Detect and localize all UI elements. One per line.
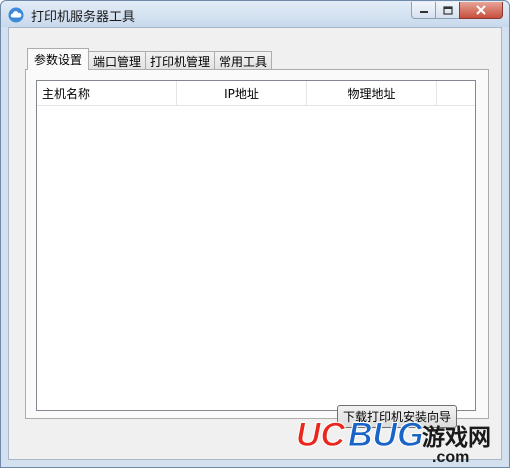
close-button[interactable]: [459, 2, 503, 19]
main-window: 打印机服务器工具 参数设置 端口管理 打印机管理 常用工具 主机名称 IP地址 …: [0, 0, 510, 468]
client-area: 参数设置 端口管理 打印机管理 常用工具 主机名称 IP地址 物理地址: [8, 27, 502, 460]
download-installer-wizard-button[interactable]: 下载打印机安装向导: [337, 405, 457, 428]
column-header-filler: [437, 81, 475, 105]
column-header-hostname[interactable]: 主机名称: [37, 81, 177, 105]
minimize-button[interactable]: [411, 2, 436, 19]
tab-strip: 参数设置 端口管理 打印机管理 常用工具: [27, 48, 273, 70]
cloud-app-icon: [8, 7, 24, 23]
caption-buttons: [411, 2, 503, 20]
tab-panel: 主机名称 IP地址 物理地址: [25, 69, 489, 419]
tab-printer-management[interactable]: 打印机管理: [145, 51, 216, 70]
column-header-mac-address[interactable]: 物理地址: [307, 81, 437, 105]
column-header-ip-address[interactable]: IP地址: [177, 81, 307, 105]
close-icon: [476, 5, 486, 15]
table-header: 主机名称 IP地址 物理地址: [37, 81, 475, 106]
tab-port-management[interactable]: 端口管理: [88, 51, 147, 70]
tab-common-tools[interactable]: 常用工具: [214, 51, 273, 70]
maximize-icon: [442, 5, 453, 15]
window-title: 打印机服务器工具: [31, 10, 136, 25]
minimize-icon: [419, 11, 428, 13]
host-list-table[interactable]: 主机名称 IP地址 物理地址: [36, 80, 476, 411]
title-bar[interactable]: 打印机服务器工具: [1, 1, 509, 27]
tab-parameter-settings[interactable]: 参数设置: [27, 48, 90, 70]
maximize-button[interactable]: [435, 2, 460, 19]
